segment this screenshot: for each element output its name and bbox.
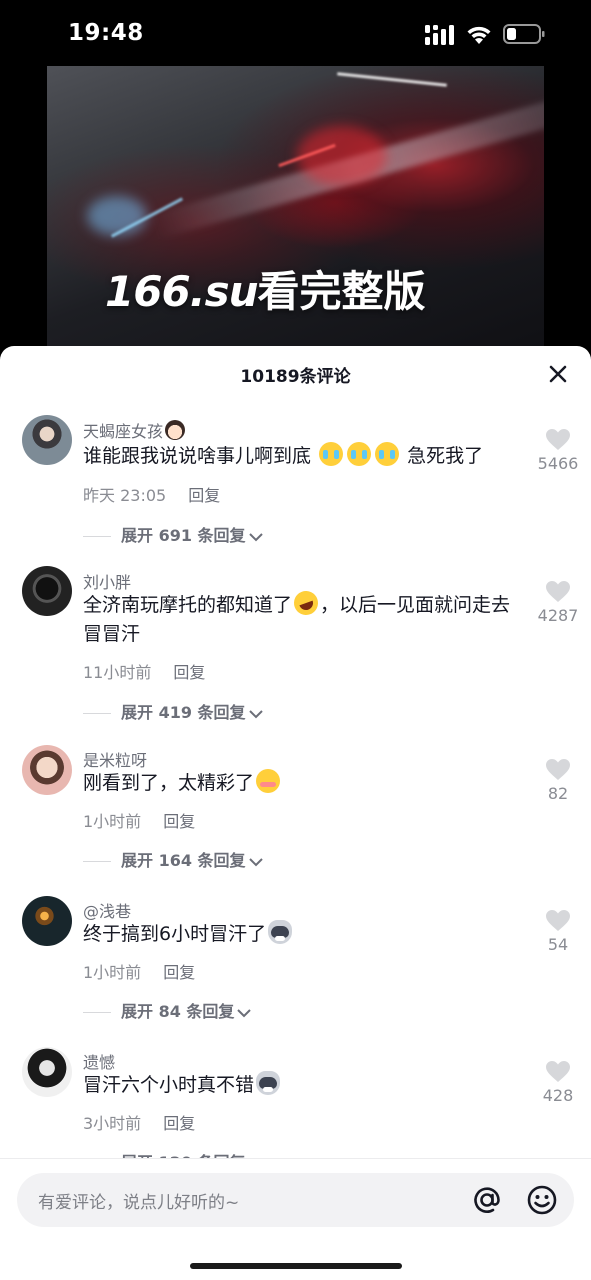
like-button[interactable]: 82 xyxy=(530,758,586,803)
comment-time: 昨天 23:05 xyxy=(83,486,167,505)
avatar[interactable] xyxy=(22,1047,72,1097)
wifi-icon xyxy=(467,26,491,44)
comment-meta: 1小时前 回复 xyxy=(83,959,195,983)
shy-emoji-icon xyxy=(256,769,281,793)
comment-meta: 3小时前 回复 xyxy=(83,1110,195,1134)
divider xyxy=(83,861,111,862)
expand-replies[interactable]: 展开 419 条回复 xyxy=(83,699,264,723)
video-caption-text: 看完整版 xyxy=(257,267,426,316)
like-count: 82 xyxy=(547,784,569,803)
chevron-down-icon xyxy=(248,857,263,866)
video-player[interactable]: 166.su看完整版 xyxy=(47,66,544,350)
like-button[interactable]: 54 xyxy=(530,909,586,954)
status-time: 19:48 xyxy=(68,20,144,46)
cat-emoji-icon xyxy=(256,1071,281,1095)
reply-button[interactable]: 回复 xyxy=(163,963,195,982)
at-icon[interactable] xyxy=(470,1183,504,1217)
avatar[interactable] xyxy=(22,566,72,616)
cat-emoji-icon xyxy=(268,920,293,944)
video-caption-site: 166.su xyxy=(105,267,259,316)
reply-button[interactable]: 回复 xyxy=(163,1114,195,1133)
like-count: 54 xyxy=(547,935,569,954)
reply-button[interactable]: 回复 xyxy=(173,663,205,682)
comment-count-title: 10189条评论 xyxy=(240,367,351,387)
comment-text[interactable]: 全济南玩摩托的都知道了 ，以后一见面就问走去冒冒汗 xyxy=(83,587,523,649)
video-caption: 166.su看完整版 xyxy=(105,258,426,319)
chevron-down-icon xyxy=(248,532,263,541)
video-light-streak xyxy=(337,72,447,87)
reply-button[interactable]: 回复 xyxy=(163,812,195,831)
divider xyxy=(83,536,111,537)
video-light-glow xyxy=(297,126,387,186)
crying-emoji-icon xyxy=(347,442,372,466)
comment-time: 11小时前 xyxy=(83,663,152,682)
comment-time: 1小时前 xyxy=(83,963,142,982)
avatar[interactable] xyxy=(22,415,72,465)
like-button[interactable]: 428 xyxy=(530,1060,586,1105)
comment-input[interactable]: 有爱评论，说点儿好听的~ xyxy=(17,1173,574,1227)
smiley-icon[interactable] xyxy=(525,1183,559,1217)
comment-username[interactable]: 是米粒呀 xyxy=(83,747,147,771)
comment-text[interactable]: 谁能跟我说说啥事儿啊到底 急死我了 xyxy=(83,442,523,471)
reply-button[interactable]: 回复 xyxy=(188,486,220,505)
status-bar: 19:48 xyxy=(0,0,591,66)
comment-username[interactable]: @浅巷 xyxy=(83,898,131,922)
chevron-down-icon xyxy=(237,1008,252,1017)
heart-icon xyxy=(546,910,570,931)
avatar[interactable] xyxy=(22,745,72,795)
close-icon[interactable] xyxy=(546,362,570,386)
expand-replies[interactable]: 展开 164 条回复 xyxy=(83,847,264,871)
expand-replies[interactable]: 展开 691 条回复 xyxy=(83,522,264,546)
cellular-signal-icon xyxy=(425,25,454,45)
home-indicator[interactable] xyxy=(190,1263,402,1269)
comment-input-bar: 有爱评论，说点儿好听的~ xyxy=(0,1158,591,1280)
like-count: 5466 xyxy=(537,454,579,473)
divider xyxy=(83,1012,111,1013)
avatar[interactable] xyxy=(22,896,72,946)
comment-meta: 昨天 23:05 回复 xyxy=(83,482,220,506)
comment-text[interactable]: 终于搞到6小时冒汗了 xyxy=(83,920,523,949)
comment-time: 1小时前 xyxy=(83,812,142,831)
heart-icon xyxy=(546,759,570,780)
heart-icon xyxy=(546,1061,570,1082)
comment-meta: 1小时前 回复 xyxy=(83,808,195,832)
comment-time: 3小时前 xyxy=(83,1114,142,1133)
video-light-glow xyxy=(87,196,147,236)
comment-sheet: 10189条评论 天蝎座女孩 谁能跟我说说啥事儿啊到底 急死我了 昨天 23:0… xyxy=(0,346,591,1280)
like-count: 4287 xyxy=(537,606,579,625)
girl-emoji-icon xyxy=(165,420,186,440)
like-count: 428 xyxy=(542,1086,574,1105)
comment-text[interactable]: 刚看到了，太精彩了 xyxy=(83,769,523,798)
comment-username[interactable]: 天蝎座女孩 xyxy=(83,418,186,442)
expand-replies[interactable]: 展开 84 条回复 xyxy=(83,998,252,1022)
chevron-down-icon xyxy=(248,709,263,718)
comment-text[interactable]: 冒汗六个小时真不错 xyxy=(83,1071,523,1100)
comment-username[interactable]: 刘小胖 xyxy=(83,569,131,593)
battery-icon xyxy=(503,24,545,44)
heart-icon xyxy=(546,581,570,602)
crying-emoji-icon xyxy=(319,442,344,466)
like-button[interactable]: 4287 xyxy=(530,580,586,625)
laughing-emoji-icon xyxy=(290,587,322,619)
comment-username[interactable]: 遗憾 xyxy=(83,1049,115,1073)
divider xyxy=(83,713,111,714)
input-placeholder: 有爱评论，说点儿好听的~ xyxy=(38,1193,240,1213)
like-button[interactable]: 5466 xyxy=(530,428,586,473)
crying-emoji-icon xyxy=(375,442,400,466)
heart-icon xyxy=(546,429,570,450)
comment-meta: 11小时前 回复 xyxy=(83,659,205,683)
